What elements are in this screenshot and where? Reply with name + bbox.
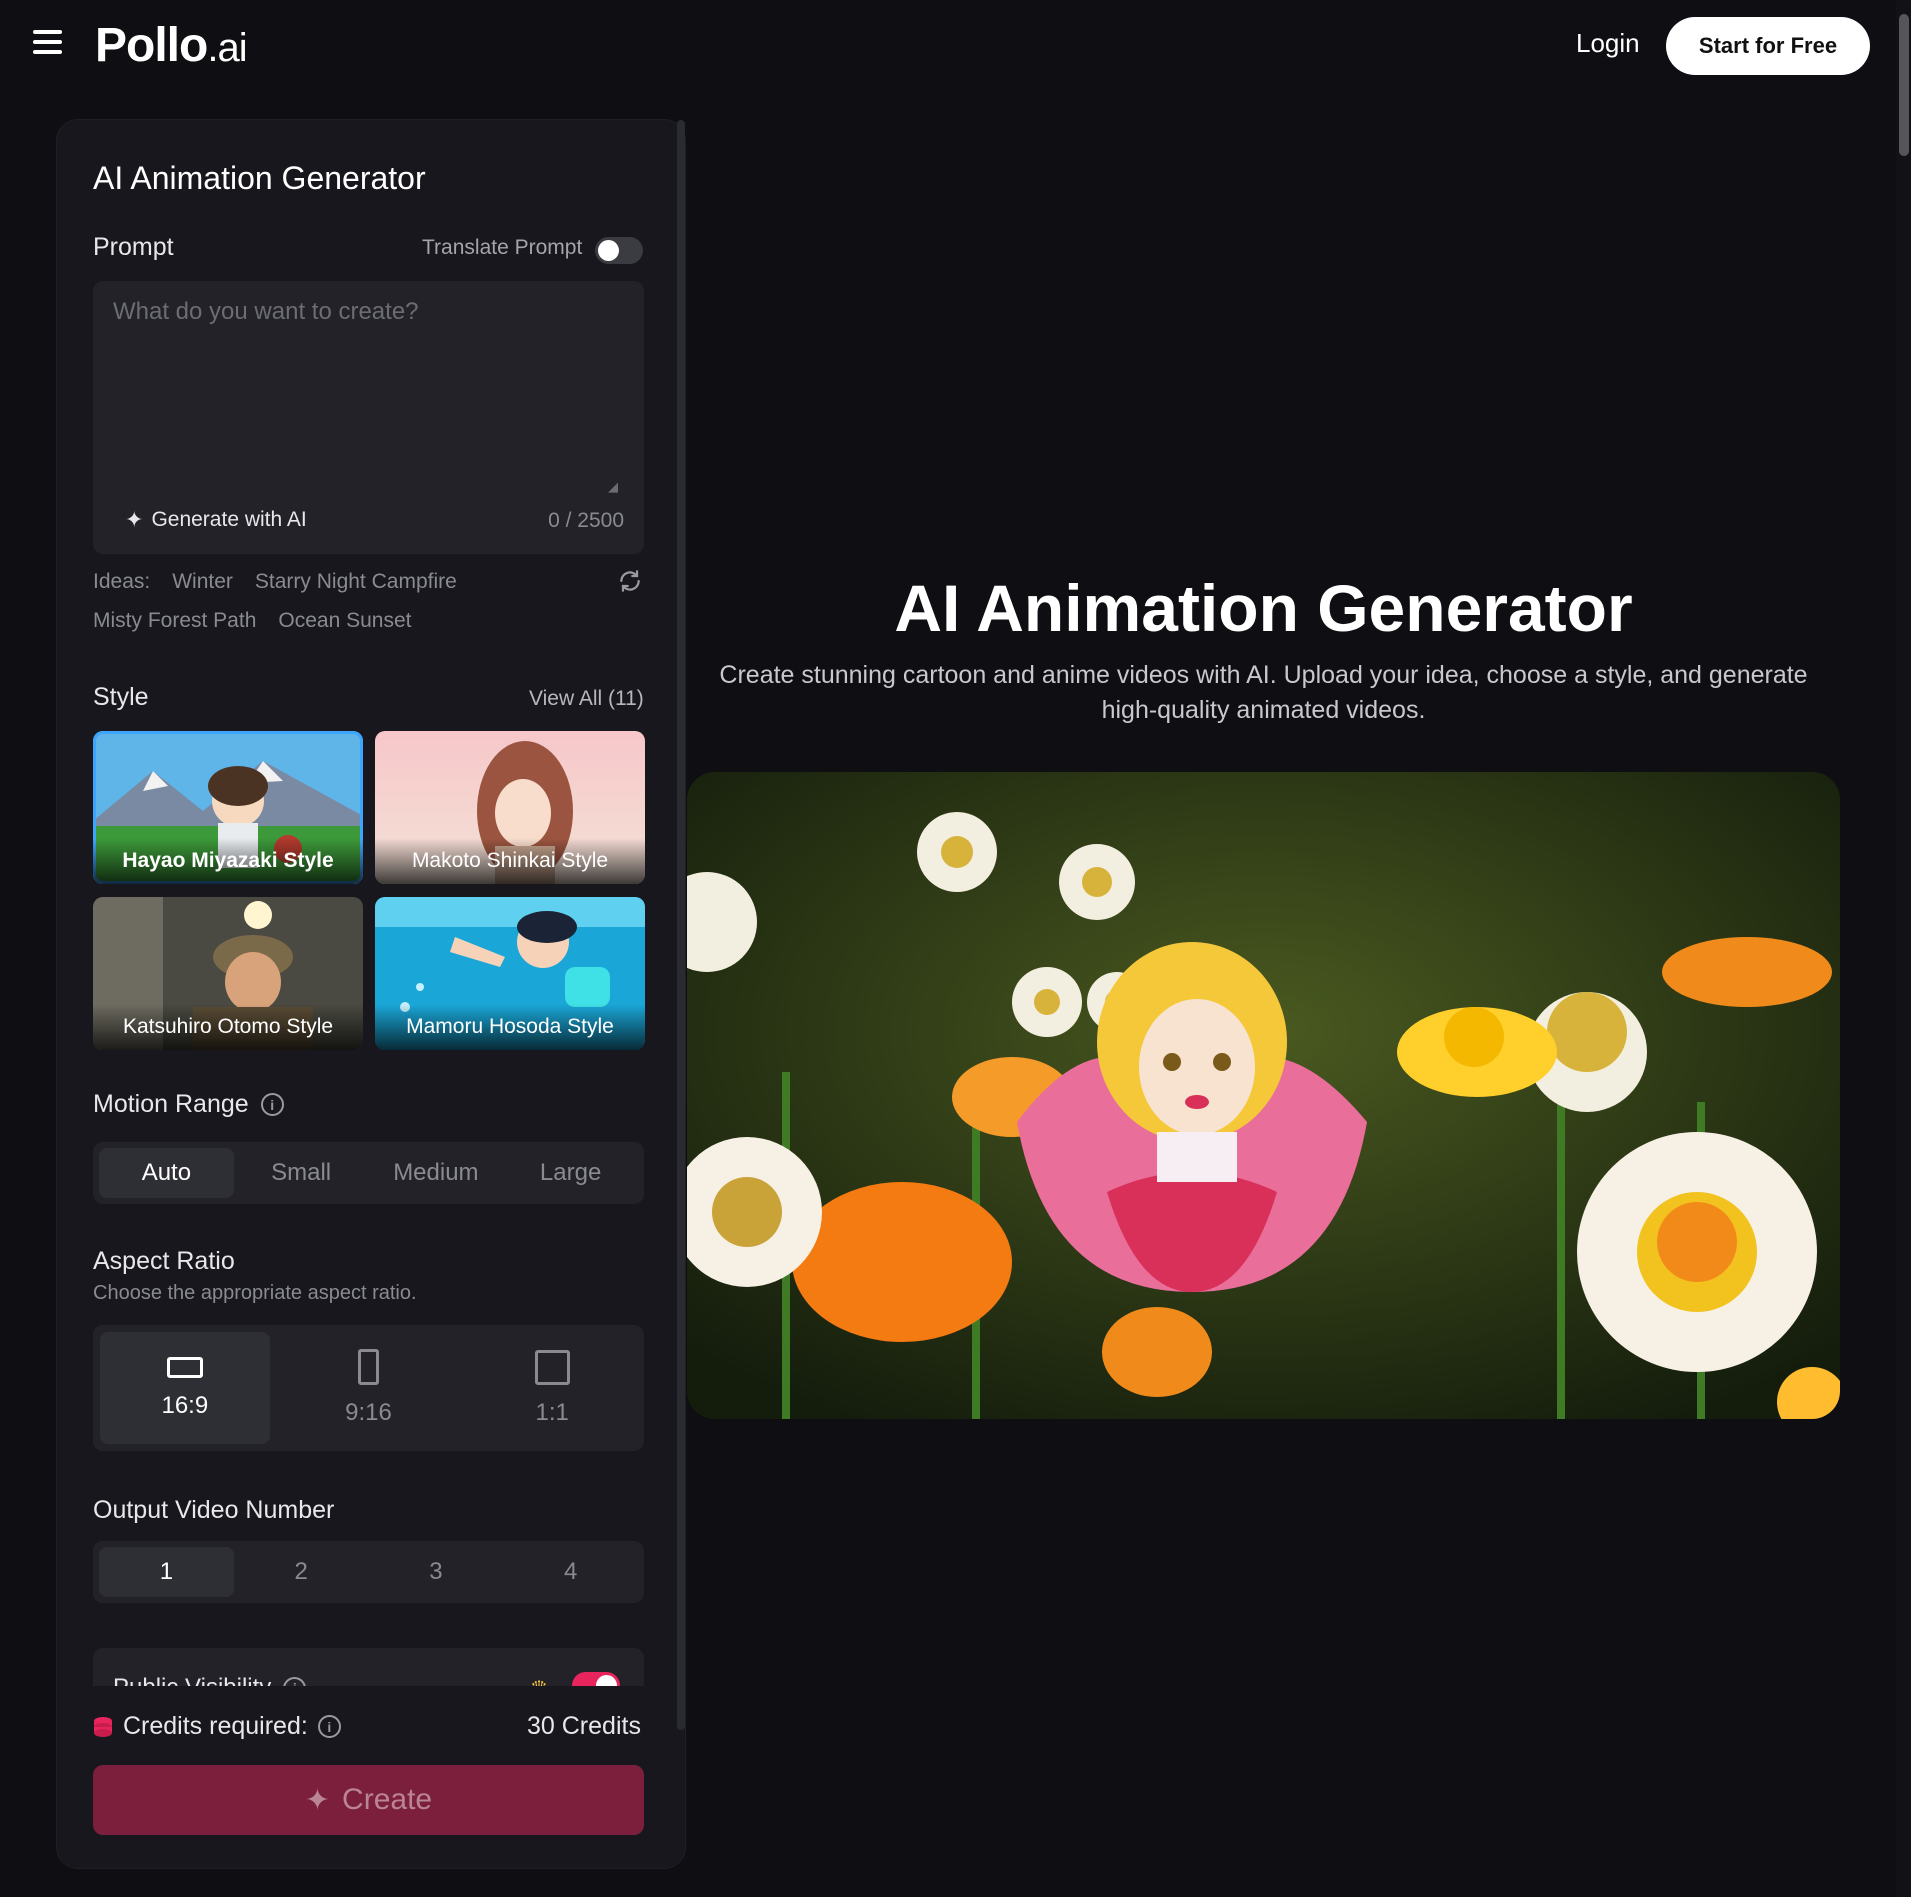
generator-panel: AI Animation Generator Prompt Translate … <box>56 119 686 1869</box>
generate-with-ai-label: Generate with AI <box>151 508 307 531</box>
prompt-input[interactable] <box>93 281 644 481</box>
style-card-shinkai[interactable]: Makoto Shinkai Style <box>375 731 645 884</box>
style-card-label: Hayao Miyazaki Style <box>93 838 363 884</box>
credits-value: 30 Credits <box>527 1712 641 1740</box>
output-option-2[interactable]: 2 <box>234 1547 369 1597</box>
style-label: Style <box>93 683 149 711</box>
credits-required-label: Credits required: <box>123 1712 308 1740</box>
motion-option-small[interactable]: Small <box>234 1148 369 1198</box>
ideas-label: Ideas: <box>93 570 151 593</box>
idea-chip[interactable]: Misty Forest Path <box>93 609 256 633</box>
ideas-row-2: Misty Forest Path Ocean Sunset <box>93 609 411 633</box>
motion-option-auto[interactable]: Auto <box>99 1148 234 1198</box>
hero-subtitle: Create stunning cartoon and anime videos… <box>719 661 1808 724</box>
hero-title: AI Animation Generator <box>894 571 1633 645</box>
logo-main: Pollo <box>95 19 208 72</box>
view-all-styles-link[interactable]: View All (11) <box>529 687 644 711</box>
idea-chip[interactable]: Winter <box>172 570 233 594</box>
toggle-knob <box>598 240 619 261</box>
square-icon <box>534 1349 570 1385</box>
output-video-number-label: Output Video Number <box>93 1496 335 1524</box>
resize-grip-icon[interactable]: ◢ <box>608 479 622 494</box>
style-card-label: Mamoru Hosoda Style <box>375 1004 645 1050</box>
motion-range-label: Motion Range i <box>93 1090 284 1119</box>
info-icon[interactable]: i <box>260 1093 284 1116</box>
info-icon[interactable]: i <box>317 1715 341 1738</box>
page-scrollbar[interactable] <box>1896 0 1911 1897</box>
landscape-icon <box>166 1356 203 1378</box>
style-card-label: Katsuhiro Otomo Style <box>93 1004 363 1050</box>
translate-prompt-label: Translate Prompt <box>422 236 583 259</box>
prompt-label: Prompt <box>93 233 174 261</box>
aspect-option-label: 1:1 <box>535 1398 569 1426</box>
output-option-1[interactable]: 1 <box>99 1547 234 1597</box>
output-option-4[interactable]: 4 <box>503 1547 638 1597</box>
portrait-icon <box>358 1349 379 1385</box>
login-link[interactable]: Login <box>1576 28 1640 59</box>
logo[interactable]: Pollo.ai <box>95 18 248 73</box>
start-for-free-button[interactable]: Start for Free <box>1666 17 1870 75</box>
logo-suffix: .ai <box>207 26 247 70</box>
idea-chip[interactable]: Ocean Sunset <box>278 609 411 633</box>
style-card-otomo[interactable]: Katsuhiro Otomo Style <box>93 897 363 1050</box>
translate-prompt-toggle[interactable] <box>595 237 643 264</box>
motion-option-large[interactable]: Large <box>503 1148 638 1198</box>
aspect-ratio-hint: Choose the appropriate aspect ratio. <box>93 1282 417 1304</box>
aspect-ratio-selector: 16:9 9:16 1:1 <box>93 1325 644 1451</box>
aspect-option-1-1[interactable]: 1:1 <box>467 1332 637 1444</box>
prompt-box: ◢ ✦ Generate with AI 0 / 2500 <box>93 281 644 554</box>
style-card-miyazaki[interactable]: Hayao Miyazaki Style <box>93 731 363 884</box>
panel-scrollbar[interactable] <box>677 120 685 1730</box>
create-button-label: Create <box>342 1783 433 1816</box>
refresh-icon[interactable] <box>617 568 643 594</box>
hero-video[interactable] <box>687 772 1840 1419</box>
aspect-option-9-16[interactable]: 9:16 <box>284 1332 454 1444</box>
aspect-option-label: 16:9 <box>161 1391 209 1419</box>
style-card-label: Makoto Shinkai Style <box>375 838 645 884</box>
credits-required: Credits required: i <box>93 1712 341 1741</box>
generate-with-ai-button[interactable]: ✦ Generate with AI <box>125 507 307 533</box>
page-scrollbar-thumb[interactable] <box>1899 14 1909 156</box>
output-option-3[interactable]: 3 <box>369 1547 504 1597</box>
motion-range-text: Motion Range <box>93 1090 249 1118</box>
ideas-row: Ideas: Winter Starry Night Campfire <box>93 570 457 594</box>
character-counter: 0 / 2500 <box>548 509 624 532</box>
menu-icon[interactable] <box>33 30 65 62</box>
aspect-option-16-9[interactable]: 16:9 <box>100 1332 270 1444</box>
output-number-selector: 1 2 3 4 <box>93 1541 644 1603</box>
hero-video-frame <box>687 772 1840 1419</box>
sparkle-icon: ✦ <box>125 507 144 532</box>
idea-chip[interactable]: Starry Night Campfire <box>255 570 457 594</box>
aspect-option-label: 9:16 <box>345 1399 392 1426</box>
aspect-ratio-label: Aspect Ratio <box>93 1247 235 1275</box>
style-card-hosoda[interactable]: Mamoru Hosoda Style <box>375 897 645 1050</box>
coins-icon <box>94 1716 112 1737</box>
motion-option-medium[interactable]: Medium <box>369 1148 504 1198</box>
motion-range-selector: Auto Small Medium Large <box>93 1142 644 1204</box>
panel-title: AI Animation Generator <box>93 160 426 196</box>
create-button[interactable]: ✦ Create <box>93 1765 644 1835</box>
sparkle-icon: ✦ <box>304 1783 331 1817</box>
